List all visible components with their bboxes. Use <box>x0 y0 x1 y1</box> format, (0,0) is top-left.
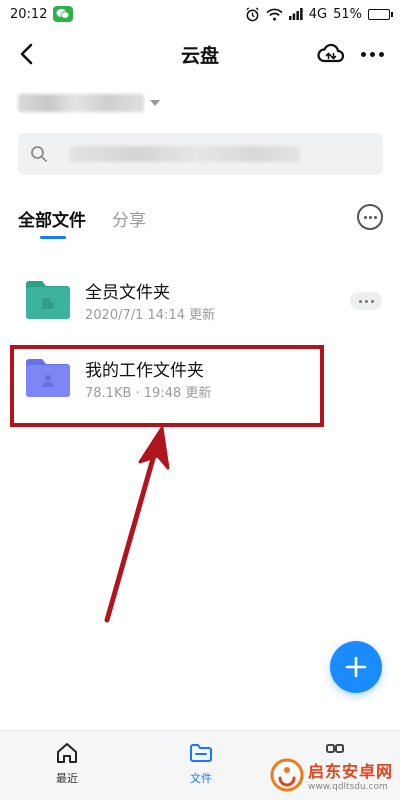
signal-icon <box>288 8 303 20</box>
tab-share[interactable]: 分享 <box>112 206 146 231</box>
back-button[interactable] <box>14 40 42 68</box>
battery-icon <box>368 8 393 20</box>
watermark-text: 启东安卓网 www.qdltsdu.com <box>308 758 393 792</box>
more-dot-icon <box>378 51 384 57</box>
list-item[interactable]: 我的工作文件夹 78.1KB · 19:48 更新 <box>0 344 400 412</box>
plus-icon <box>345 656 367 678</box>
wechat-icon <box>53 6 74 22</box>
list-item[interactable]: 全员文件夹 2020/7/1 14:14 更新 <box>0 266 400 334</box>
folder-icon <box>190 744 212 762</box>
file-meta: 78.1KB · 19:48 更新 <box>85 386 212 401</box>
cloud-transfer-icon[interactable] <box>316 39 346 69</box>
more-dot-icon <box>363 215 367 219</box>
network-type: 4G <box>308 6 328 22</box>
watermark-title: 启东安卓网 <box>308 762 394 781</box>
tab-bar: 全部文件 分享 <box>18 200 383 244</box>
search-icon <box>31 146 47 162</box>
add-button[interactable] <box>330 641 382 693</box>
more-dot-icon <box>369 51 375 57</box>
home-icon <box>57 743 77 763</box>
blurred-search-placeholder <box>70 146 300 162</box>
nav-item-files[interactable]: 文件 <box>166 741 236 791</box>
status-time: 20:12 <box>10 6 48 22</box>
more-dot-icon <box>364 299 368 303</box>
watermark: 启东安卓网 www.qdltsdu.com <box>270 755 393 795</box>
file-meta: 2020/7/1 14:14 更新 <box>85 308 216 323</box>
personal-folder-icon <box>26 359 70 397</box>
more-options-button[interactable] <box>358 42 386 66</box>
header: 云盘 <box>0 30 400 78</box>
battery-percent: 51% <box>333 6 362 22</box>
more-dot-icon <box>360 51 366 57</box>
status-left: 20:12 <box>10 6 74 22</box>
item-more-button[interactable] <box>350 292 382 310</box>
wifi-icon <box>266 8 283 21</box>
more-dot-icon <box>370 299 374 303</box>
account-selector[interactable] <box>18 90 160 116</box>
status-right: 4G 51% <box>245 6 393 22</box>
nav-item-recent[interactable]: 最近 <box>32 741 102 791</box>
nav-label: 最近 <box>56 772 78 785</box>
search-input[interactable] <box>18 133 383 175</box>
caret-down-icon <box>150 100 160 106</box>
status-bar: 20:12 4G 51% <box>0 0 400 28</box>
team-folder-icon <box>26 281 70 319</box>
more-dot-icon <box>368 215 372 219</box>
watermark-url: www.qdltsdu.com <box>308 782 388 792</box>
more-dot-icon <box>373 215 377 219</box>
tab-more-button[interactable] <box>357 204 383 230</box>
file-name: 全员文件夹 <box>85 283 170 303</box>
nav-label: 文件 <box>190 772 212 785</box>
watermark-logo-icon <box>270 758 304 792</box>
more-dot-icon <box>358 299 362 303</box>
page-title: 云盘 <box>180 44 219 67</box>
alarm-icon <box>246 6 259 21</box>
blurred-account-name <box>18 94 144 112</box>
tab-all-files[interactable]: 全部文件 <box>18 206 86 231</box>
tab-active-indicator <box>40 236 66 239</box>
file-name: 我的工作文件夹 <box>85 361 204 381</box>
